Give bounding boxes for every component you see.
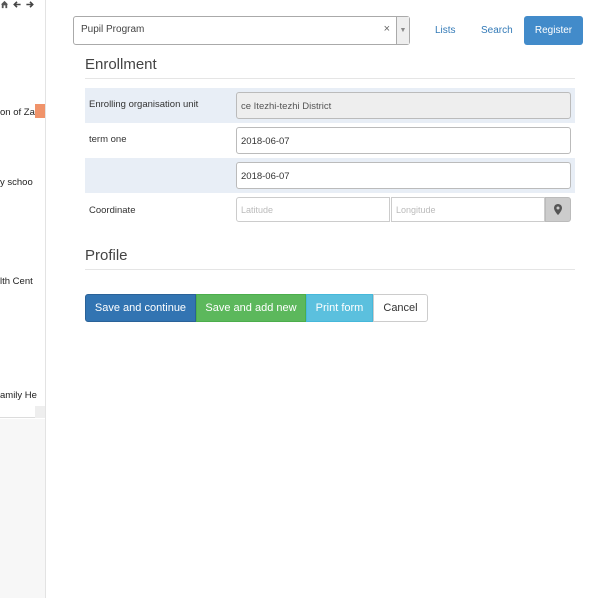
program-select[interactable]: Pupil Program × ▼ <box>73 16 410 45</box>
second-date-row: 2018-06-07 <box>85 158 575 193</box>
coordinate-row: Coordinate Latitude Longitude <box>85 194 575 229</box>
longitude-input[interactable]: Longitude <box>391 197 545 222</box>
program-select-value: Pupil Program <box>81 24 145 35</box>
term-one-row: term one 2018-06-07 <box>85 123 575 158</box>
tree-selection-marker <box>35 104 45 118</box>
tree-nav-icons <box>0 0 38 12</box>
term-one-date-field[interactable]: 2018-06-07 <box>236 127 571 154</box>
profile-title: Profile <box>85 247 575 270</box>
home-icon[interactable] <box>0 0 9 12</box>
tree-item[interactable]: lth Cent <box>0 276 33 287</box>
print-form-button[interactable]: Print form <box>306 294 373 322</box>
latitude-input[interactable]: Latitude <box>236 197 390 222</box>
coordinate-label: Coordinate <box>89 205 136 216</box>
clear-icon[interactable]: × <box>384 23 390 35</box>
save-and-add-new-button[interactable]: Save and add new <box>196 294 306 322</box>
second-date-field[interactable]: 2018-06-07 <box>236 162 571 189</box>
tree-item[interactable]: amily He <box>0 390 37 401</box>
arrow-right-icon[interactable] <box>25 0 35 12</box>
search-link[interactable]: Search <box>475 22 519 39</box>
org-unit-label: Enrolling organisation unit <box>89 99 199 110</box>
org-tree-panel: on of Za y schoo lth Cent amily He <box>0 0 46 598</box>
term-one-label: term one <box>89 134 127 145</box>
tree-scrollbar[interactable] <box>35 406 45 418</box>
tree-item[interactable]: on of Za <box>0 107 35 118</box>
map-marker-icon[interactable] <box>545 197 571 222</box>
org-unit-field: ce Itezhi-tezhi District <box>236 92 571 119</box>
enrollment-title: Enrollment <box>85 56 575 79</box>
cancel-button[interactable]: Cancel <box>373 294 428 322</box>
org-unit-row: Enrolling organisation unit ce Itezhi-te… <box>85 88 575 123</box>
chevron-down-icon[interactable]: ▼ <box>396 17 409 44</box>
register-button[interactable]: Register <box>524 16 583 45</box>
tree-item[interactable]: y schoo <box>0 177 33 188</box>
arrow-left-icon[interactable] <box>12 0 22 12</box>
save-and-continue-button[interactable]: Save and continue <box>85 294 196 322</box>
org-tree: on of Za y schoo lth Cent amily He <box>0 0 45 418</box>
lists-link[interactable]: Lists <box>429 22 462 39</box>
left-panel-footer <box>0 419 45 598</box>
